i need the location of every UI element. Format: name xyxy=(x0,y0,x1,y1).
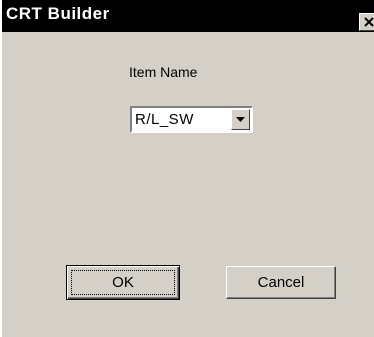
dropdown-button[interactable] xyxy=(231,109,250,130)
chevron-down-icon xyxy=(236,117,245,122)
cancel-button[interactable]: Cancel xyxy=(226,266,336,299)
title-bar[interactable]: CRT Builder xyxy=(2,0,374,32)
item-name-label: Item Name xyxy=(129,64,198,80)
ok-button[interactable]: OK xyxy=(66,265,180,300)
item-name-dropdown[interactable]: R/L_SW xyxy=(130,106,253,133)
item-name-value: R/L_SW xyxy=(135,111,194,128)
ok-button-label: OK xyxy=(71,270,175,295)
crt-builder-dialog: CRT Builder Item Name R/L_SW OK Cancel xyxy=(0,0,374,337)
close-button[interactable] xyxy=(359,13,374,31)
close-icon xyxy=(364,17,374,27)
window-title: CRT Builder xyxy=(6,4,110,23)
